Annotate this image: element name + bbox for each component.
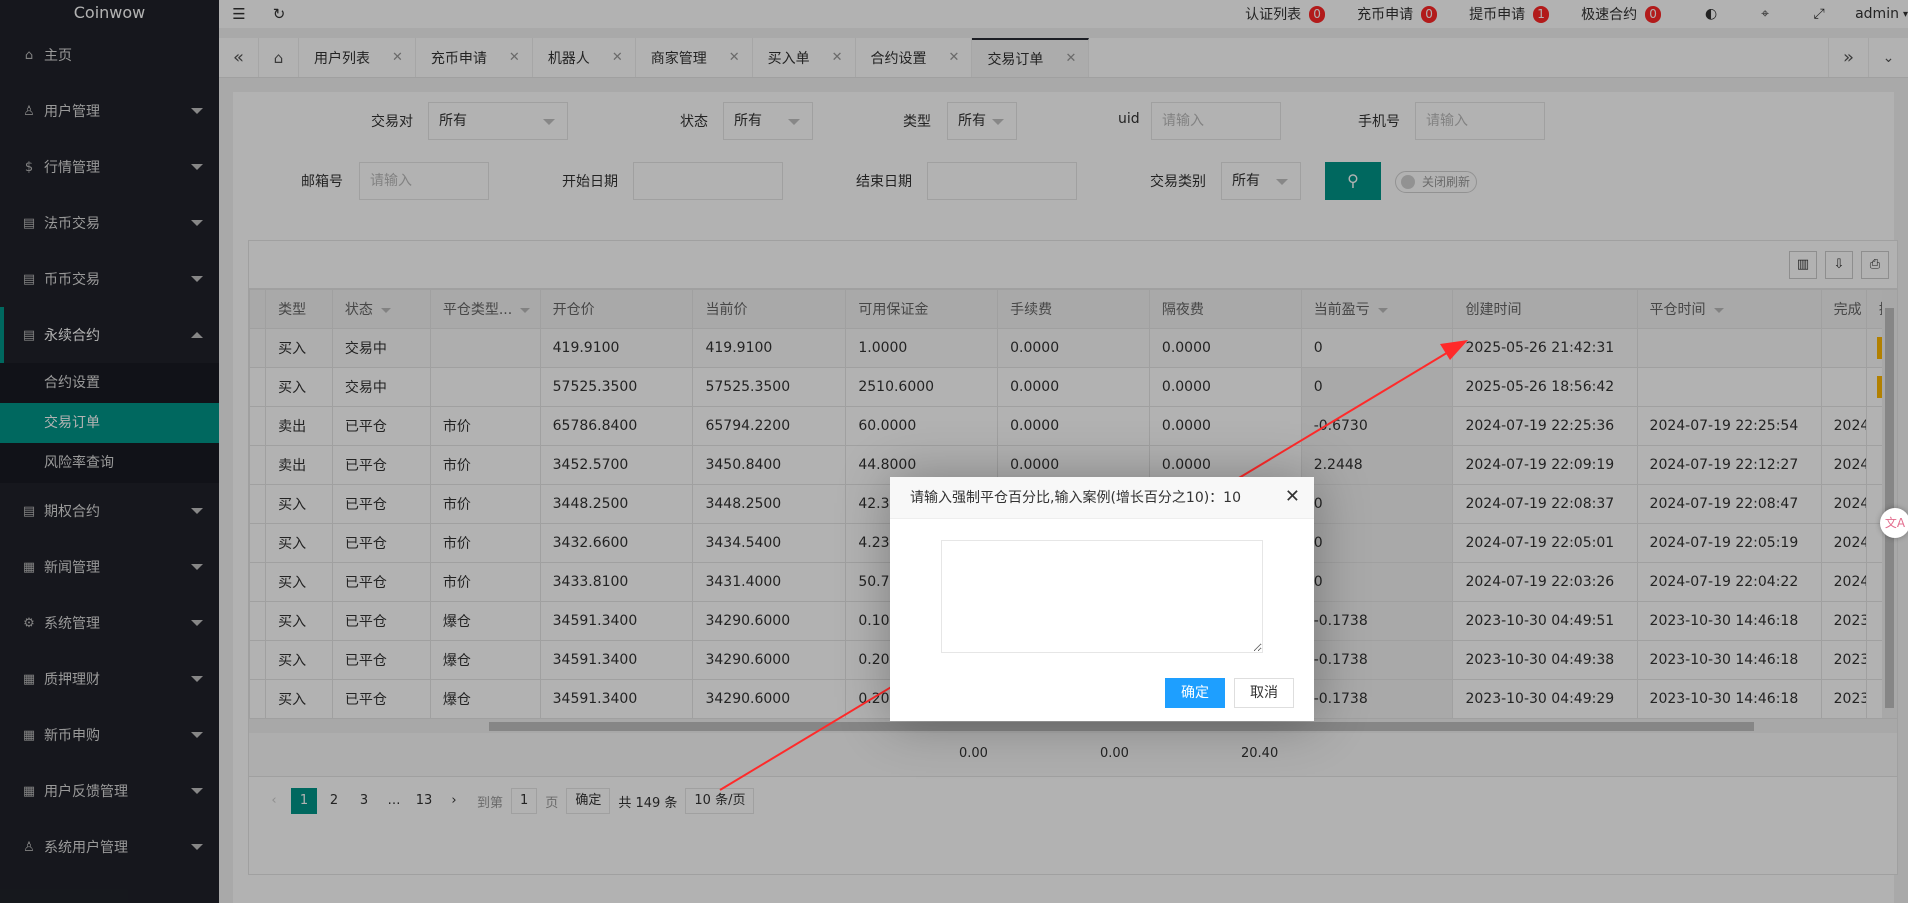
- percentage-textarea[interactable]: [941, 540, 1263, 653]
- cancel-button[interactable]: 取消: [1234, 678, 1294, 708]
- modal-overlay[interactable]: [0, 0, 1908, 903]
- translate-icon[interactable]: 文A: [1880, 508, 1908, 538]
- close-icon[interactable]: ✕: [1285, 488, 1300, 506]
- dialog-title: 请输入强制平仓百分比,输入案例(增长百分之10)：10: [890, 477, 1314, 519]
- confirm-button[interactable]: 确定: [1165, 678, 1225, 708]
- force-close-dialog: 请输入强制平仓百分比,输入案例(增长百分之10)：10 ✕ 确定 取消: [890, 477, 1314, 721]
